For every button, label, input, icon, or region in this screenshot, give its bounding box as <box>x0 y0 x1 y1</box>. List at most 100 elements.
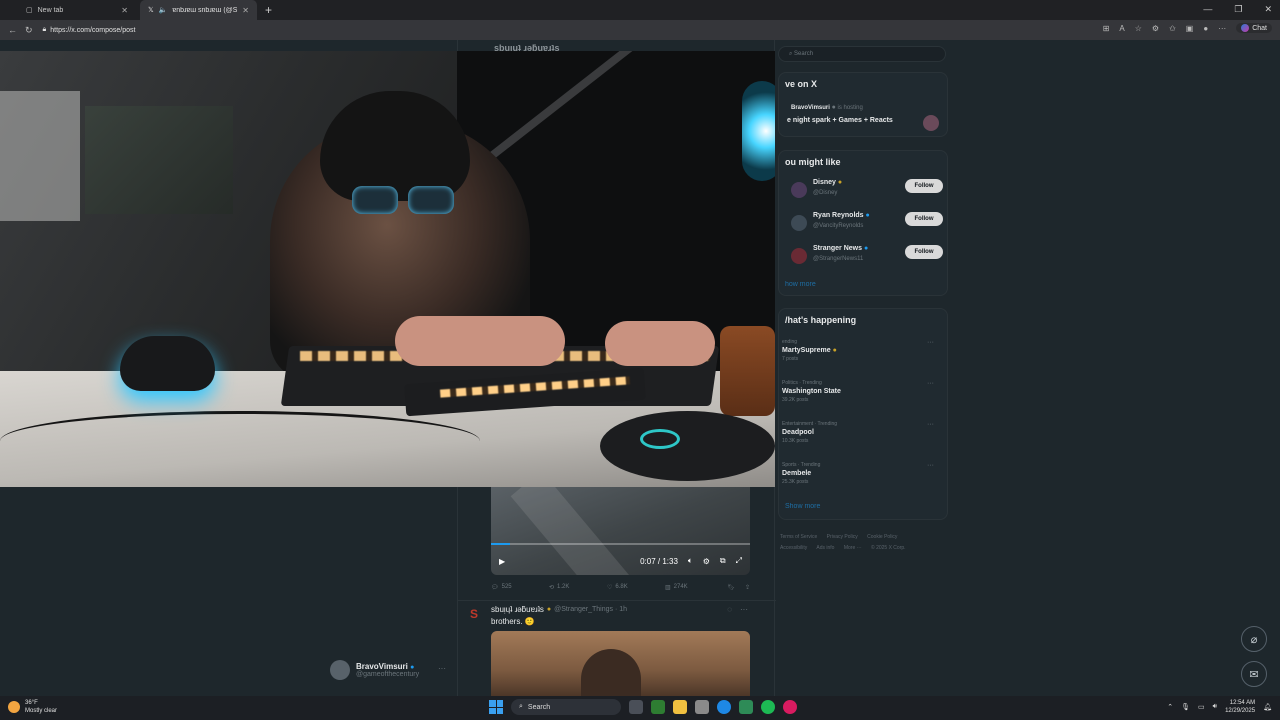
more-options-icon[interactable]: ··· <box>740 605 748 614</box>
close-tab-icon[interactable]: ✕ <box>121 6 128 15</box>
share-icon[interactable]: ⇪ <box>745 584 750 591</box>
edge-icon[interactable] <box>717 700 731 714</box>
footer-link[interactable]: Terms of Service <box>780 534 817 540</box>
close-window-icon[interactable]: ✕ <box>1264 4 1272 15</box>
restore-icon[interactable]: ❐ <box>1234 4 1242 15</box>
trend-item[interactable]: Sports · Trending Dembele 25.3K posts ··… <box>782 462 942 496</box>
tab-x-post[interactable]: 𝕏 🔈 ɐnbɹɐɯ snbɹɐɯ (@Stranger_Th ✕ <box>140 0 257 20</box>
extensions-icon[interactable]: ⚙ <box>1152 24 1159 33</box>
back-icon[interactable]: ← <box>8 25 17 35</box>
trend-item[interactable]: Entertainment · Trending Deadpool 10.3K … <box>782 421 942 455</box>
fullscreen-icon[interactable]: ⤢ <box>736 556 742 566</box>
close-tab-icon[interactable]: ✕ <box>242 6 249 15</box>
heart-icon: ♡ <box>607 584 613 591</box>
collections-icon[interactable]: ▣ <box>1186 24 1194 33</box>
repost-button[interactable]: ⟲ 1.2K <box>549 584 607 591</box>
account-switcher[interactable]: BravoVimsuri ● @gameofthecentury ··· <box>330 660 446 680</box>
apps-icon[interactable]: ⊞ <box>1103 24 1110 33</box>
views-button[interactable]: ▥ 274K <box>665 584 723 591</box>
verified-badge-icon: ● <box>832 347 837 354</box>
file-explorer-icon[interactable] <box>673 700 687 714</box>
timeline-post[interactable]: S sbuᴉɥʇ ɹǝƃuɐɹʇs ● @Stranger_Things · 1… <box>458 600 776 696</box>
show-more-link[interactable]: how more <box>785 281 816 288</box>
footer-link[interactable]: More ··· <box>844 545 862 551</box>
store-icon[interactable] <box>695 700 709 714</box>
chevron-up-icon[interactable]: ⌃ <box>1167 703 1173 711</box>
profile-icon[interactable]: ● <box>1203 24 1208 33</box>
more-menu-icon[interactable]: ··· <box>1218 24 1226 33</box>
video-player[interactable]: ▶ 0:07 / 1:33 🔈︎ ⚙ ⧉ ⤢ <box>491 487 750 575</box>
video-cable <box>0 411 480 471</box>
live-on-x-card[interactable]: ve on X BravoVimsuri ● is hosting e nigh… <box>778 72 948 137</box>
favorite-star-icon[interactable]: ☆ <box>1135 24 1142 33</box>
network-icon[interactable]: ▭ <box>1198 703 1205 711</box>
avatar <box>791 215 807 231</box>
nvidia-icon[interactable] <box>651 700 665 714</box>
app-icon[interactable] <box>739 700 753 714</box>
microphone-icon[interactable]: 🎙︎ <box>1181 703 1190 711</box>
footer-link[interactable]: Accessibility <box>780 545 807 551</box>
follow-suggestion[interactable]: Ryan Reynolds ● @VancityReynolds Follow <box>787 212 943 238</box>
bookmark-icon[interactable]: 🔖︎ <box>727 584 735 591</box>
footer-link[interactable]: Privacy Policy <box>827 534 858 540</box>
video-hand-right <box>605 321 715 366</box>
windows-start-icon[interactable] <box>489 700 503 714</box>
post-image[interactable] <box>491 631 750 696</box>
obs-icon[interactable] <box>783 700 797 714</box>
trend-context: Sports · Trending <box>782 462 821 468</box>
taskbar-search[interactable]: ⌕ Search <box>511 699 621 715</box>
speaker-icon[interactable]: 🔈 <box>159 6 168 14</box>
footer-link[interactable]: Ads info <box>816 545 834 551</box>
stranger-things-avatar[interactable]: S <box>470 607 484 621</box>
spotify-icon[interactable] <box>761 700 775 714</box>
new-tab-icon[interactable]: + <box>265 3 272 17</box>
like-count: 6.8K <box>615 584 628 590</box>
trend-item[interactable]: Politics · Trending Washington State 39.… <box>782 380 942 414</box>
more-options-icon[interactable]: ··· <box>927 380 934 387</box>
volume-icon[interactable]: 🔊︎ <box>1213 703 1217 711</box>
chat-button[interactable]: Chat <box>1236 23 1272 33</box>
notifications-icon[interactable]: 🔔︎ <box>1263 703 1272 711</box>
like-button[interactable]: ♡ 6.8K <box>607 584 665 591</box>
reply-button[interactable]: 💬︎ 525 <box>491 584 549 591</box>
more-options-icon[interactable]: ··· <box>927 462 934 469</box>
picture-in-picture-icon[interactable]: ⧉ <box>720 556 726 566</box>
show-more-link[interactable]: Show more <box>785 503 820 510</box>
more-options-icon[interactable]: ··· <box>927 421 934 428</box>
search-icon: ⌕ <box>519 703 523 710</box>
clock[interactable]: 12:54 AM 12/29/2025 <box>1225 699 1255 715</box>
favorites-icon[interactable]: ✩ <box>1169 24 1176 33</box>
footer-link[interactable]: Cookie Policy <box>867 534 897 540</box>
grok-icon[interactable]: ◌ <box>727 605 732 614</box>
browser-tab-bar: ▢ New tab ✕ 𝕏 🔈 ɐnbɹɐɯ snbɹɐɯ (@Stranger… <box>0 0 1280 20</box>
volume-icon[interactable]: 🔈︎ <box>688 556 693 566</box>
video-wall-shirt <box>0 91 80 221</box>
messages-button[interactable]: ✉ <box>1241 661 1267 687</box>
grok-button[interactable]: ⌀ <box>1241 626 1267 652</box>
more-options-icon[interactable]: ··· <box>927 339 934 346</box>
verified-badge-icon: ● <box>863 245 869 252</box>
read-aloud-icon[interactable]: A <box>1119 24 1124 33</box>
trend-item[interactable]: ending MartySupreme ● 7 posts ··· <box>782 339 942 373</box>
follow-button[interactable]: Follow <box>905 245 943 259</box>
verified-badge-icon: ● <box>410 664 415 671</box>
follow-button[interactable]: Follow <box>905 179 943 193</box>
search-input[interactable]: ⌕ Search <box>778 46 946 62</box>
url-field[interactable]: 🔒︎ https://x.com/compose/post <box>43 26 136 34</box>
follow-suggestion[interactable]: Stranger News ● @StrangerNews11 Follow <box>787 245 943 271</box>
minimize-icon[interactable]: — <box>1203 4 1212 15</box>
account-handle: @gameofthecentury <box>356 671 420 678</box>
taskbar-apps: ⌕ Search <box>489 699 797 715</box>
follow-suggestion[interactable]: Disney ● @Disney Follow <box>787 179 943 205</box>
task-view-icon[interactable] <box>629 700 643 714</box>
settings-icon[interactable]: ⚙ <box>703 557 710 566</box>
refresh-icon[interactable]: ↻ <box>25 25 33 36</box>
video-progress-bar[interactable] <box>491 543 750 545</box>
post-author[interactable]: sbuᴉɥʇ ɹǝƃuɐɹʇs ● @Stranger_Things · 1h <box>491 605 627 614</box>
weather-widget[interactable]: 36°F Mostly clear <box>8 699 57 715</box>
play-icon[interactable]: ▶ <box>499 557 505 566</box>
webcam-video-overlay <box>0 51 775 487</box>
more-options-icon[interactable]: ··· <box>438 664 446 673</box>
tab-new-tab[interactable]: ▢ New tab ✕ <box>18 0 136 20</box>
follow-button[interactable]: Follow <box>905 212 943 226</box>
